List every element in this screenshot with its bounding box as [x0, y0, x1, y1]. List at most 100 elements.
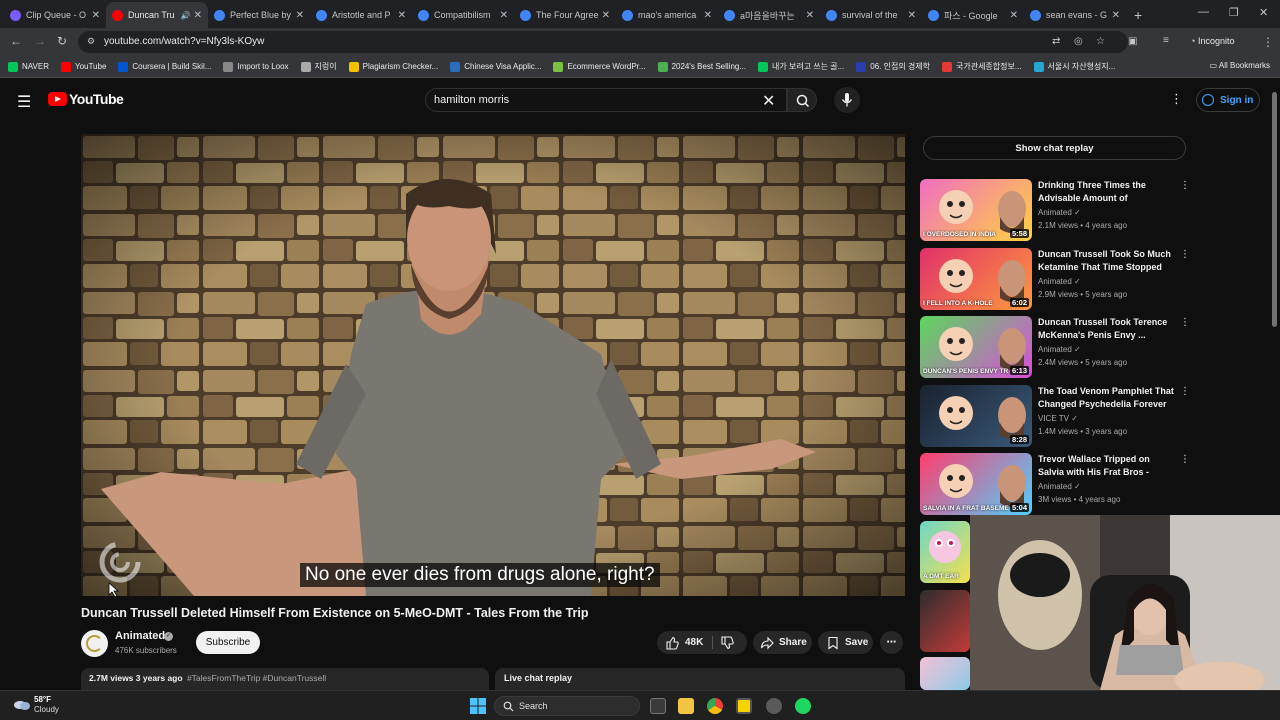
bookmark-item[interactable]: 06. 인접의 경제학 [856, 61, 930, 72]
channel-avatar[interactable] [81, 630, 108, 657]
clear-search-icon[interactable]: ✕ [762, 91, 775, 111]
voice-search-button[interactable] [834, 87, 860, 113]
channel-name[interactable]: Animated ✓ [1038, 345, 1081, 354]
close-tab-icon[interactable]: ✕ [806, 10, 814, 21]
live-chat-replay-header[interactable]: Live chat replay [495, 668, 905, 690]
forward-icon[interactable]: → [34, 34, 46, 48]
bookmark-item[interactable]: Plagiarism Checker... [348, 61, 438, 72]
kakaotalk-icon[interactable] [736, 698, 752, 714]
subscribe-button[interactable]: Subscribe [196, 631, 260, 654]
video-player[interactable] [81, 134, 905, 596]
recommended-video[interactable]: 8:28 The Toad Venom Pamphlet That Changed… [920, 385, 1190, 447]
channel-name[interactable]: Animated ✓ [1038, 482, 1081, 491]
hashtags[interactable]: #TalesFromTheTrip #DuncanTrussell [187, 673, 326, 683]
browser-tab[interactable]: survival of the ✕ [820, 2, 922, 28]
recommended-video[interactable]: I OVERDOSED IN INDIA 5:58 Drinking Three T… [920, 179, 1190, 241]
video-thumbnail[interactable]: DUNCAN'S PENIS ENVY TR 6:13 [920, 316, 1032, 378]
video-title-link[interactable]: Trevor Wallace Tripped on Salvia with Hi… [1038, 453, 1174, 479]
recommended-video[interactable]: I FELL INTO A K-HOLE 6:02 Duncan Trussell … [920, 248, 1190, 310]
close-tab-icon[interactable]: ✕ [194, 10, 202, 21]
channel-name[interactable]: Animated ✓ [1038, 208, 1081, 217]
bookmark-item[interactable]: NAVER [8, 61, 49, 72]
new-tab-icon[interactable]: + [1126, 7, 1150, 28]
close-tab-icon[interactable]: ✕ [1010, 10, 1018, 21]
video-thumbnail[interactable]: SALVIA IN A FRAT BASEME 5:04 [920, 453, 1032, 515]
eye-off-icon[interactable]: ◎ [1074, 36, 1083, 47]
close-tab-icon[interactable]: ✕ [908, 10, 916, 21]
more-options-icon[interactable]: ⋮ [1180, 386, 1190, 397]
all-bookmarks-button[interactable]: ▭ All Bookmarks [1210, 61, 1270, 70]
close-window-icon[interactable]: ✕ [1259, 6, 1268, 19]
search-button[interactable] [787, 88, 817, 112]
browser-menu-icon[interactable]: ⋮ [1262, 35, 1274, 49]
bookmark-item[interactable]: 서울시 자산형성지... [1033, 61, 1115, 72]
spotify-icon[interactable] [795, 698, 811, 714]
sidepanel-icon[interactable]: ▣ [1128, 36, 1137, 47]
bookmark-item[interactable]: Import to Loox [223, 61, 289, 72]
partial-thumbnail[interactable]: A DMT EAR [920, 521, 970, 583]
minimize-icon[interactable]: — [1198, 6, 1209, 18]
hamburger-menu-icon[interactable]: ☰ [17, 92, 31, 112]
close-tab-icon[interactable]: ✕ [602, 10, 610, 21]
more-options-icon[interactable]: ⋮ [1180, 180, 1190, 191]
file-explorer-icon[interactable] [678, 698, 694, 714]
weather-widget[interactable]: 58°F Cloudy [12, 695, 59, 720]
browser-tab[interactable]: The Four Agree ✕ [514, 2, 616, 28]
taskbar-search[interactable]: Search [494, 696, 640, 716]
video-title-link[interactable]: The Toad Venom Pamphlet That Changed Psy… [1038, 385, 1174, 411]
task-view-icon[interactable] [650, 698, 666, 714]
save-button[interactable]: Save [818, 631, 873, 654]
video-title-link[interactable]: Duncan Trussell Took So Much Ketamine Th… [1038, 248, 1174, 274]
more-options-icon[interactable]: ⋮ [1180, 454, 1190, 465]
partial-thumbnail[interactable] [920, 657, 970, 690]
video-thumbnail[interactable]: 8:28 [920, 385, 1032, 447]
audio-playing-icon[interactable]: 🔊 [181, 11, 191, 20]
bookmark-star-icon[interactable]: ☆ [1096, 36, 1105, 47]
channel-name[interactable]: VICE TV ✓ [1038, 414, 1078, 423]
video-title-link[interactable]: Duncan Trussell Took Terence McKenna's P… [1038, 316, 1174, 342]
more-options-icon[interactable]: ⋮ [1180, 317, 1190, 328]
bookmark-item[interactable]: YouTube [60, 61, 106, 72]
obs-icon[interactable] [766, 698, 782, 714]
tab-search-icon[interactable]: ≡ [1163, 35, 1169, 46]
video-thumbnail[interactable]: I OVERDOSED IN INDIA 5:58 [920, 179, 1032, 241]
restore-icon[interactable]: ❐ [1229, 6, 1239, 19]
browser-tab[interactable]: Duncan Tru 🔊 ✕ [106, 2, 208, 28]
bookmark-item[interactable]: 내가 보려고 쓰는 골... [758, 61, 844, 72]
more-options-icon[interactable]: ⋮ [1180, 249, 1190, 260]
browser-tab[interactable]: Aristotle and P ✕ [310, 2, 412, 28]
channel-name[interactable]: Animated [115, 630, 165, 642]
dislike-button[interactable] [720, 636, 734, 650]
sign-in-button[interactable]: Sign in [1196, 88, 1260, 112]
translate-icon[interactable]: ⇄ [1052, 36, 1060, 47]
channel-name[interactable]: Animated ✓ [1038, 277, 1081, 286]
browser-tab[interactable]: Perfect Blue by ✕ [208, 2, 310, 28]
browser-tab[interactable]: sean evans - G ✕ [1024, 2, 1126, 28]
settings-more-icon[interactable]: ⋮ [1170, 91, 1183, 107]
recommended-video[interactable]: SALVIA IN A FRAT BASEME 5:04 Trevor Wallac… [920, 453, 1190, 515]
bookmark-item[interactable]: Ecommerce WordPr... [553, 61, 646, 72]
partial-thumbnail[interactable] [920, 590, 970, 652]
show-chat-replay-button[interactable]: Show chat replay [923, 136, 1186, 160]
browser-tab[interactable]: a마음을바꾸는 ✕ [718, 2, 820, 28]
reload-icon[interactable]: ↻ [57, 34, 67, 48]
chrome-icon[interactable] [707, 698, 723, 714]
share-button[interactable]: Share [753, 631, 812, 654]
search-input[interactable] [434, 94, 754, 106]
search-box[interactable]: ✕ [425, 88, 787, 112]
browser-tab[interactable]: mao's america ✕ [616, 2, 718, 28]
close-tab-icon[interactable]: ✕ [296, 10, 304, 21]
video-thumbnail[interactable]: I FELL INTO A K-HOLE 6:02 [920, 248, 1032, 310]
close-tab-icon[interactable]: ✕ [1112, 10, 1120, 21]
browser-tab[interactable]: 파스 - Google ✕ [922, 2, 1024, 28]
bookmark-item[interactable]: 국가관세종합정보... [941, 61, 1022, 72]
bookmark-item[interactable]: Coursera | Build Skil... [118, 61, 211, 72]
back-icon[interactable]: ← [10, 34, 22, 48]
video-title-link[interactable]: Drinking Three Times the Advisable Amoun… [1038, 179, 1174, 205]
close-tab-icon[interactable]: ✕ [704, 10, 712, 21]
description-box[interactable]: 2.7M views 3 years ago #TalesFromTheTrip… [81, 668, 489, 690]
bookmark-item[interactable]: 2024's Best Selling... [657, 61, 746, 72]
close-tab-icon[interactable]: ✕ [500, 10, 508, 21]
bookmark-item[interactable]: Chinese Visa Applic... [450, 61, 541, 72]
browser-tab[interactable]: Clip Queue - O ✕ [4, 2, 106, 28]
